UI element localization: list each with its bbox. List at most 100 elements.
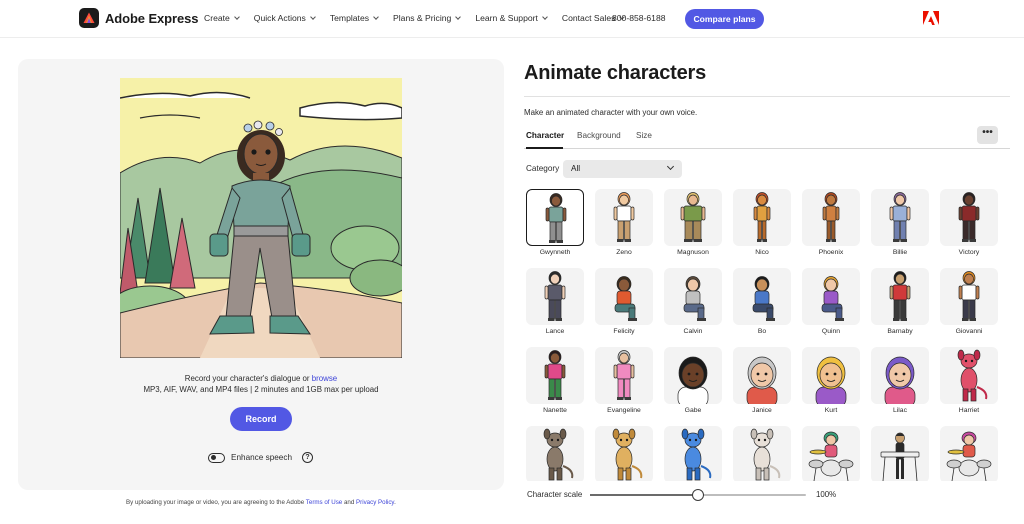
character-card[interactable]: Barnaby xyxy=(871,268,929,342)
preview-illustration xyxy=(120,78,402,358)
character-card[interactable]: Lance xyxy=(526,268,584,342)
character-thumbnail xyxy=(526,268,584,325)
character-thumbnail xyxy=(733,426,791,481)
character-card[interactable]: Magnuson xyxy=(664,189,722,263)
character-card[interactable]: Billie xyxy=(871,189,929,263)
slider-thumb[interactable] xyxy=(692,489,704,501)
browse-link[interactable]: browse xyxy=(312,374,337,383)
character-name: Nico xyxy=(755,249,769,256)
character-thumbnail xyxy=(526,347,584,404)
character-thumbnail xyxy=(940,426,998,481)
page-title: Animate characters xyxy=(524,62,707,84)
character-grid: Gwynneth Zeno Magnuson Nico Phoenix Billie Vic… xyxy=(526,189,1006,481)
character-card[interactable]: Lilac xyxy=(871,347,929,421)
character-figure-icon xyxy=(808,431,854,481)
character-name: Barnaby xyxy=(887,328,913,335)
character-card[interactable]: Gwynneth xyxy=(526,189,584,263)
brand-name: Adobe Express xyxy=(105,10,199,26)
character-card[interactable]: Calvin xyxy=(664,268,722,342)
character-card[interactable]: Janice xyxy=(733,347,791,421)
nav-quick-actions-label: Quick Actions xyxy=(253,13,306,23)
character-card[interactable]: Phoenix xyxy=(802,189,860,263)
privacy-policy-link[interactable]: Privacy Policy xyxy=(356,499,394,506)
adobe-express-logo-icon xyxy=(79,8,99,28)
character-card[interactable] xyxy=(595,426,653,481)
character-figure-icon xyxy=(544,271,566,321)
enhance-speech-label: Enhance speech xyxy=(231,453,292,462)
character-scale-slider[interactable] xyxy=(590,489,806,501)
character-card[interactable] xyxy=(733,426,791,481)
character-figure-icon xyxy=(613,350,635,400)
character-card[interactable]: Bo xyxy=(733,268,791,342)
nav-plans-pricing-label: Plans & Pricing xyxy=(393,13,452,23)
character-figure-icon xyxy=(889,192,911,242)
character-card[interactable]: Felicity xyxy=(595,268,653,342)
tab-character[interactable]: Character xyxy=(526,131,564,140)
character-thumbnail xyxy=(802,426,860,481)
category-label: Category xyxy=(526,164,560,173)
character-card[interactable]: Victory xyxy=(940,189,998,263)
character-card[interactable] xyxy=(802,426,860,481)
character-card[interactable]: Kurt xyxy=(802,347,860,421)
character-card[interactable] xyxy=(664,426,722,481)
character-name: Evangeline xyxy=(607,407,641,414)
character-name: Zeno xyxy=(616,249,632,256)
character-card[interactable]: Zeno xyxy=(595,189,653,263)
terms-of-use-link[interactable]: Terms of Use xyxy=(306,499,342,506)
category-dropdown[interactable]: All xyxy=(563,160,682,178)
nav-quick-actions[interactable]: Quick Actions xyxy=(253,13,316,23)
character-card[interactable] xyxy=(940,426,998,481)
chevron-down-icon xyxy=(666,162,675,171)
brand[interactable]: Adobe Express xyxy=(79,8,198,28)
enhance-speech-toggle[interactable] xyxy=(208,452,225,463)
terms-and: and xyxy=(342,499,357,506)
more-options-button[interactable]: ••• xyxy=(977,126,998,144)
character-card[interactable]: Nico xyxy=(733,189,791,263)
enhance-speech-control: Enhance speech ? xyxy=(208,452,313,463)
character-figure-icon xyxy=(750,428,781,481)
character-figure-icon xyxy=(752,276,775,321)
tab-background[interactable]: Background xyxy=(577,131,621,140)
character-thumbnail xyxy=(595,426,653,481)
character-card[interactable]: Gabe xyxy=(664,347,722,421)
character-figure-icon xyxy=(815,356,847,404)
character-figure-icon xyxy=(884,356,916,404)
upload-panel: Record your character's dialogue or brow… xyxy=(18,59,504,490)
nav-create[interactable]: Create xyxy=(204,13,240,23)
record-button[interactable]: Record xyxy=(230,407,292,431)
nav-plans-pricing[interactable]: Plans & Pricing xyxy=(393,13,462,23)
nav-learn-support-label: Learn & Support xyxy=(475,13,538,23)
character-card[interactable]: Evangeline xyxy=(595,347,653,421)
nav-contact-sales-label: Contact Sales xyxy=(561,13,616,23)
character-thumbnail xyxy=(733,268,791,325)
character-thumbnail xyxy=(940,189,998,246)
character-name: Gwynneth xyxy=(539,249,571,256)
character-card[interactable]: Giovanni xyxy=(940,268,998,342)
character-thumbnail xyxy=(940,347,998,404)
character-card[interactable]: Quinn xyxy=(802,268,860,342)
chevron-down-icon xyxy=(455,13,462,20)
character-card[interactable]: Nanette xyxy=(526,347,584,421)
nav-templates[interactable]: Templates xyxy=(330,13,379,23)
sales-phone-link[interactable]: 800-858-6188 xyxy=(612,13,666,23)
adobe-logo-icon[interactable] xyxy=(923,11,939,25)
character-thumbnail xyxy=(595,347,653,404)
page-subtitle: Make an animated character with your own… xyxy=(524,108,698,117)
character-card[interactable] xyxy=(871,426,929,481)
character-name: Quinn xyxy=(821,328,841,335)
nav-learn-support[interactable]: Learn & Support xyxy=(475,13,548,23)
nav-menu: Create Quick Actions Templates Plans & P… xyxy=(204,13,626,23)
help-icon[interactable]: ? xyxy=(302,452,313,463)
compare-plans-button[interactable]: Compare plans xyxy=(685,9,764,29)
character-card[interactable]: Harriet xyxy=(940,347,998,421)
character-name: Lance xyxy=(545,328,565,335)
character-name: Magnuson xyxy=(677,249,709,256)
terms-prefix: By uploading your image or video, you ar… xyxy=(126,499,306,506)
character-name: Janice xyxy=(752,407,772,414)
character-thumbnail xyxy=(595,268,653,325)
tab-size[interactable]: Size xyxy=(636,131,652,140)
character-name: Billie xyxy=(892,249,908,256)
character-card[interactable] xyxy=(526,426,584,481)
character-figure-icon xyxy=(544,350,566,400)
category-value: All xyxy=(571,164,581,173)
